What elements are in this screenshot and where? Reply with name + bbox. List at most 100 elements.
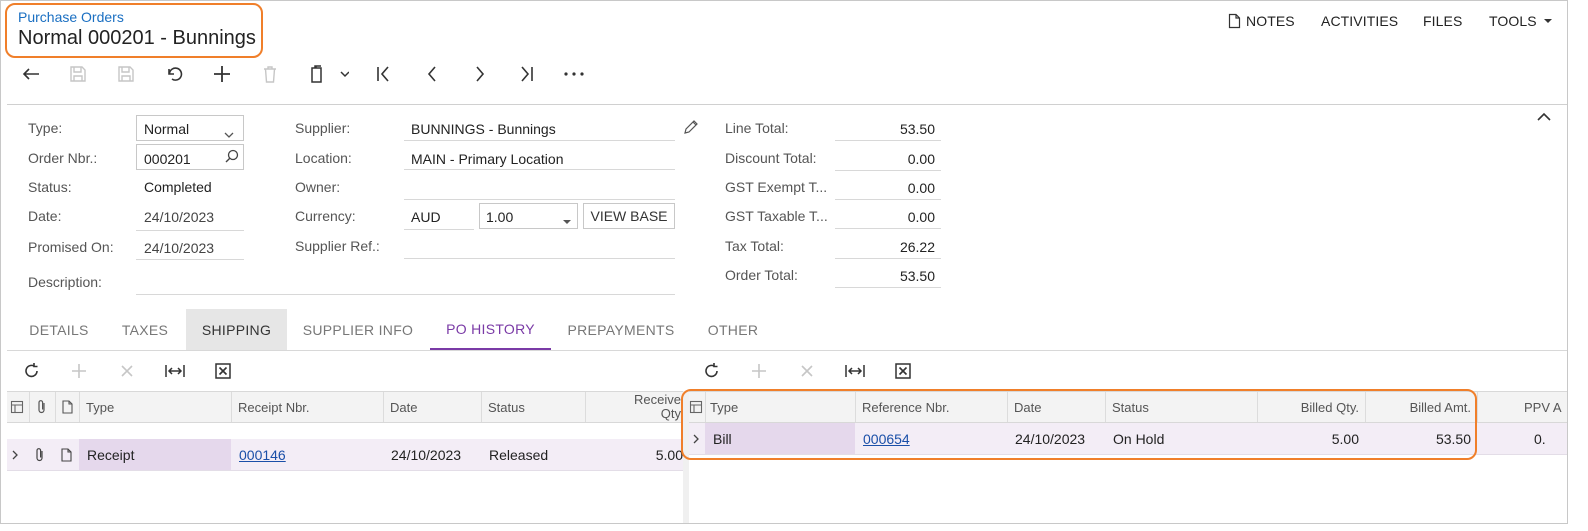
page-title: Normal 000201 - Bunnings (18, 27, 256, 49)
cell-type[interactable]: Receipt (79, 439, 231, 470)
column-ppv-amt[interactable]: PPV A (1477, 392, 1567, 422)
app-window: Purchase Orders Normal 000201 - Bunnings… (0, 0, 1568, 524)
back-icon[interactable] (18, 61, 44, 87)
tab-supplier-info[interactable]: SUPPLIER INFO (295, 309, 421, 351)
currency-value[interactable]: AUD (411, 209, 441, 225)
attachment-icon[interactable] (29, 439, 55, 470)
cell-type[interactable]: Bill (705, 423, 855, 454)
note-icon[interactable] (55, 439, 79, 470)
export-excel-icon[interactable] (210, 358, 236, 384)
save-icon[interactable] (113, 61, 139, 87)
settings-column-icon[interactable] (689, 392, 705, 422)
files-button[interactable]: FILES (1423, 13, 1462, 29)
delete-row-icon[interactable] (114, 358, 140, 384)
column-billed-qty[interactable]: Billed Qty. (1257, 392, 1365, 422)
add-row-icon[interactable] (746, 358, 772, 384)
first-record-icon[interactable] (370, 61, 396, 87)
column-type[interactable]: Type (705, 392, 855, 422)
cell-billed-qty[interactable]: 5.00 (1257, 423, 1365, 454)
view-base-button[interactable]: VIEW BASE (583, 203, 675, 229)
location-label: Location: (295, 150, 352, 166)
caret-down-icon (1543, 19, 1552, 23)
tab-details[interactable]: DETAILS (20, 309, 98, 351)
refresh-icon[interactable] (19, 358, 45, 384)
column-reference-nbr[interactable]: Reference Nbr. (855, 392, 1007, 422)
column-date[interactable]: Date (383, 392, 481, 422)
date-value[interactable]: 24/10/2023 (144, 209, 214, 225)
total-value: 53.50 (899, 268, 935, 284)
cell-billed-amt[interactable]: 53.50 (1365, 423, 1477, 454)
column-status[interactable]: Status (481, 392, 585, 422)
type-value: Normal (144, 121, 190, 137)
column-received-qty-label: Qty (660, 406, 681, 421)
fit-columns-icon[interactable] (162, 358, 188, 384)
table-row[interactable]: Bill 000654 24/10/2023 On Hold 5.00 53.5… (689, 423, 1567, 455)
cell-received-qty[interactable]: 5.00 (585, 439, 683, 470)
more-icon[interactable] (561, 61, 587, 87)
column-type[interactable]: Type (79, 392, 231, 422)
attachment-column-icon (29, 392, 55, 422)
table-row[interactable]: Receipt 000146 24/10/2023 Released 5.00 (7, 439, 683, 471)
cell-reference-nbr[interactable]: 000654 (855, 423, 1007, 454)
description-input[interactable] (136, 294, 675, 295)
tab-prepayments[interactable]: PREPAYMENTS (559, 309, 683, 351)
column-status[interactable]: Status (1105, 392, 1257, 422)
tab-other[interactable]: OTHER (697, 309, 769, 351)
notes-button[interactable]: NOTES (1228, 13, 1295, 29)
column-receipt-nbr[interactable]: Receipt Nbr. (231, 392, 383, 422)
add-row-icon[interactable] (66, 358, 92, 384)
total-value: 0.00 (907, 209, 935, 225)
total-value: 0.00 (907, 180, 935, 196)
search-icon[interactable] (225, 149, 239, 166)
delete-row-icon[interactable] (794, 358, 820, 384)
save-close-icon[interactable] (65, 61, 91, 87)
total-underline (835, 258, 941, 259)
tab-taxes[interactable]: TAXES (109, 309, 181, 351)
total-underline (835, 228, 941, 229)
activities-button[interactable]: ACTIVITIES (1321, 13, 1398, 29)
collapse-icon[interactable] (1536, 109, 1552, 125)
fit-columns-icon[interactable] (842, 358, 868, 384)
date-underline (136, 230, 244, 231)
cell-date[interactable]: 24/10/2023 (1007, 423, 1105, 454)
total-label: GST Exempt T... (725, 179, 828, 195)
total-label: GST Taxable T... (725, 208, 828, 224)
cell-status[interactable]: On Hold (1105, 423, 1257, 454)
column-billed-amt[interactable]: Billed Amt. (1365, 392, 1477, 422)
owner-label: Owner: (295, 179, 341, 195)
next-record-icon[interactable] (467, 61, 493, 87)
settings-column-icon[interactable] (7, 392, 29, 422)
location-value[interactable]: MAIN - Primary Location (411, 151, 563, 167)
cell-receipt-nbr[interactable]: 000146 (231, 439, 383, 470)
last-record-icon[interactable] (514, 61, 540, 87)
expand-row-icon[interactable] (689, 423, 705, 454)
chevron-down-icon (224, 125, 234, 141)
owner-input[interactable] (404, 199, 675, 200)
export-excel-icon[interactable] (890, 358, 916, 384)
refresh-icon[interactable] (699, 358, 725, 384)
copy-paste-icon[interactable] (305, 61, 351, 87)
supplier-value[interactable]: BUNNINGS - Bunnings (411, 121, 556, 137)
supplier-ref-input[interactable] (404, 258, 675, 259)
order-nbr-label: Order Nbr.: (28, 150, 98, 166)
column-received-qty[interactable]: Receive Qty (585, 392, 683, 422)
add-icon[interactable] (209, 61, 235, 87)
undo-icon[interactable] (161, 61, 187, 87)
delete-icon[interactable] (257, 61, 283, 87)
tools-button[interactable]: TOOLS (1489, 13, 1553, 29)
expand-row-icon[interactable] (7, 439, 29, 470)
cell-ppv-amt[interactable]: 0. (1477, 423, 1567, 454)
total-label: Discount Total: (725, 150, 817, 166)
receipt-link[interactable]: 000146 (239, 447, 286, 463)
edit-pencil-icon[interactable] (683, 119, 699, 138)
tab-po-history[interactable]: PO HISTORY (430, 309, 551, 351)
column-date[interactable]: Date (1007, 392, 1105, 422)
cell-status[interactable]: Released (481, 439, 585, 470)
reference-link[interactable]: 000654 (863, 431, 910, 447)
breadcrumb[interactable]: Purchase Orders (18, 9, 124, 25)
promised-on-value[interactable]: 24/10/2023 (144, 240, 214, 256)
tabs-divider (7, 350, 1567, 351)
cell-date[interactable]: 24/10/2023 (383, 439, 481, 470)
previous-record-icon[interactable] (419, 61, 445, 87)
tab-shipping[interactable]: SHIPPING (186, 309, 287, 351)
